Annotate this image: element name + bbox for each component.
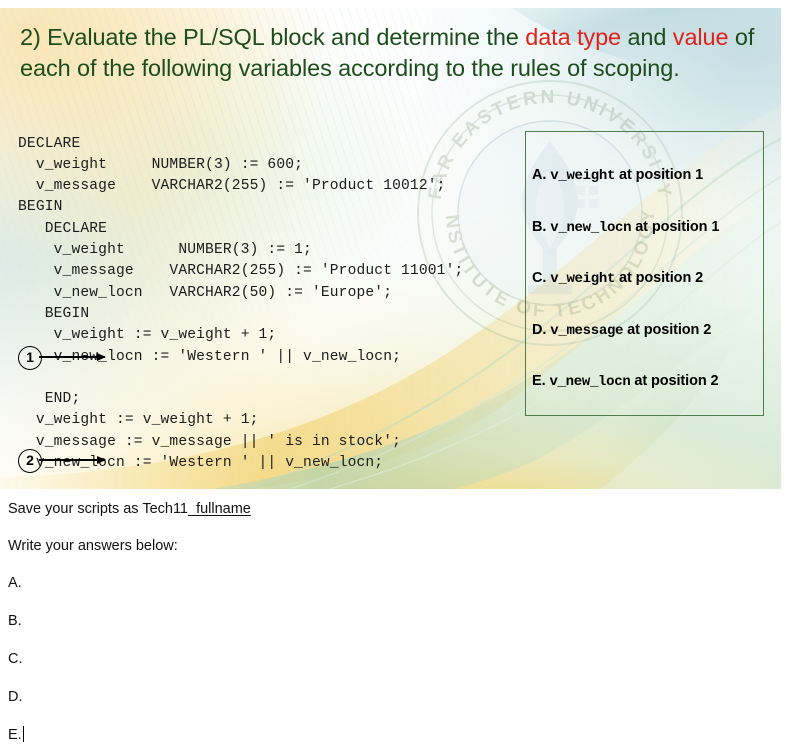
option-a: A. v_weight at position 1 (532, 167, 763, 184)
option-b-letter: B. (532, 218, 547, 235)
answer-options-box: A. v_weight at position 1 B. v_new_locn … (525, 131, 764, 416)
position-marker-1: 1 (18, 346, 108, 372)
slide-image: FAR EASTERN UNIVERSITY INSTITUTE OF TECH… (0, 8, 781, 489)
option-d-variable: v_message (550, 322, 624, 339)
answer-line-b[interactable]: B. (8, 613, 22, 629)
marker-2-number: 2 (18, 449, 42, 473)
marker-2-arrow-icon (39, 455, 106, 464)
save-instructions-prefix: Save your scripts as Tech11 (8, 501, 188, 517)
option-d: D. v_message at position 2 (532, 322, 763, 339)
write-answers-line: Write your answers below: (8, 538, 178, 554)
option-a-letter: A. (532, 167, 547, 183)
answer-line-d[interactable]: D. (8, 689, 23, 705)
answer-line-c-label: C. (8, 651, 23, 667)
title-highlight-data-type: data type (525, 24, 622, 50)
answer-line-e[interactable]: E. (8, 726, 24, 743)
save-instructions-fullname-placeholder: _fullname (188, 501, 251, 517)
answer-line-a-label: A. (8, 575, 22, 591)
option-d-letter: D. (532, 321, 547, 338)
option-b-tail: at position 1 (635, 218, 720, 235)
marker-1-arrow-icon (39, 352, 106, 361)
save-instructions-line: Save your scripts as Tech11_fullname (8, 501, 251, 517)
option-c-tail: at position 2 (619, 270, 704, 286)
title-part-2: and (621, 24, 673, 50)
option-c-letter: C. (532, 270, 547, 286)
answer-line-e-label: E. (8, 727, 22, 743)
plsql-code-block: DECLARE v_weight NUMBER(3) := 600; v_mes… (18, 135, 464, 472)
marker-1-number: 1 (18, 346, 42, 370)
slide-title: 2) Evaluate the PL/SQL block and determi… (20, 22, 765, 83)
answer-line-b-label: B. (8, 613, 22, 629)
option-e: E. v_new_locn at position 2 (532, 373, 763, 390)
title-highlight-value: value (672, 24, 729, 50)
option-d-tail: at position 2 (627, 321, 712, 338)
answer-line-c[interactable]: C. (8, 651, 23, 667)
option-b-variable: v_new_locn (550, 219, 632, 236)
option-a-tail: at position 1 (619, 167, 704, 183)
position-marker-2: 2 (18, 449, 108, 475)
option-e-variable: v_new_locn (549, 374, 631, 390)
text-cursor (22, 726, 24, 742)
answer-line-d-label: D. (8, 689, 23, 705)
option-b: B. v_new_locn at position 1 (532, 219, 763, 236)
option-e-letter: E. (532, 373, 546, 389)
option-c-variable: v_weight (550, 271, 616, 287)
option-a-variable: v_weight (550, 168, 616, 184)
option-e-tail: at position 2 (634, 373, 719, 389)
title-part-1: 2) Evaluate the PL/SQL block and determi… (20, 24, 526, 50)
option-c: C. v_weight at position 2 (532, 270, 763, 287)
answer-line-a[interactable]: A. (8, 575, 22, 591)
